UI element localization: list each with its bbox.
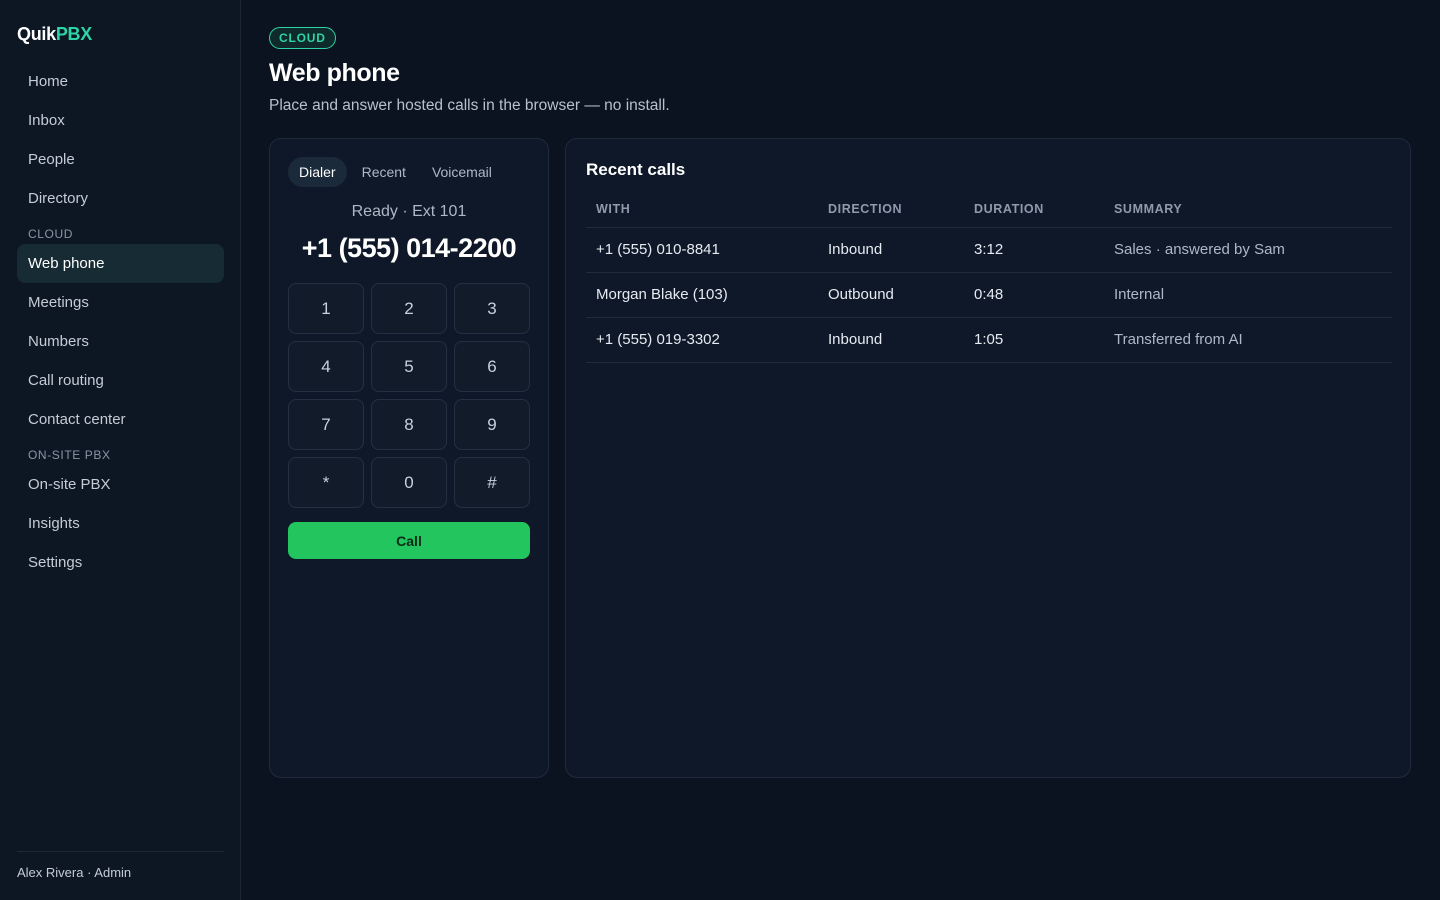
sidebar-item-numbers[interactable]: Numbers <box>17 322 224 361</box>
sidebar-item-call-routing[interactable]: Call routing <box>17 361 224 400</box>
column-header-summary: SUMMARY <box>1104 191 1392 228</box>
sidebar: QuikPBX Home Inbox People Directory CLOU… <box>0 0 241 900</box>
cloud-badge: CLOUD <box>269 27 336 49</box>
cell-summary: Sales · answered by Sam <box>1104 227 1392 273</box>
dialed-number[interactable]: +1 (555) 014-2200 <box>270 233 548 264</box>
tab-recent[interactable]: Recent <box>351 157 417 187</box>
cell-with: Morgan Blake (103) <box>586 272 818 318</box>
cell-direction: Inbound <box>818 317 964 363</box>
dialer-panel: Dialer Recent Voicemail Ready · Ext 101 … <box>269 138 549 778</box>
page-title: Web phone <box>269 59 400 87</box>
key-2[interactable]: 2 <box>371 283 447 334</box>
sidebar-item-inbox[interactable]: Inbox <box>17 101 224 140</box>
sidebar-item-web-phone[interactable]: Web phone <box>17 244 224 283</box>
cell-with: +1 (555) 019-3302 <box>586 317 818 363</box>
sidebar-item-directory[interactable]: Directory <box>17 179 224 218</box>
page-subtitle: Place and answer hosted calls in the bro… <box>269 97 670 114</box>
logo-text-part1: Quik <box>17 24 56 44</box>
cell-summary: Transferred from AI <box>1104 317 1392 363</box>
tab-voicemail[interactable]: Voicemail <box>421 157 503 187</box>
key-9[interactable]: 9 <box>454 399 530 450</box>
table-row[interactable]: Morgan Blake (103) Outbound 0:48 Interna… <box>586 272 1392 318</box>
recent-calls-title: Recent calls <box>586 160 686 179</box>
dialer-status: Ready · Ext 101 <box>351 203 467 220</box>
recent-calls-table: WITH DIRECTION DURATION SUMMARY +1 (555)… <box>586 191 1392 363</box>
table-row[interactable]: +1 (555) 010-8841 Inbound 3:12 Sales · a… <box>586 227 1392 273</box>
tab-dialer[interactable]: Dialer <box>288 157 347 187</box>
key-hash[interactable]: # <box>454 457 530 508</box>
recent-calls-panel: Recent calls WITH DIRECTION DURATION SUM… <box>565 138 1411 778</box>
sidebar-section-onsite: ON-SITE PBX <box>28 448 111 462</box>
key-8[interactable]: 8 <box>371 399 447 450</box>
call-button[interactable]: Call <box>288 522 530 559</box>
key-star[interactable]: * <box>288 457 364 508</box>
sidebar-item-meetings[interactable]: Meetings <box>17 283 224 322</box>
sidebar-item-settings[interactable]: Settings <box>17 543 224 582</box>
sidebar-item-home[interactable]: Home <box>17 62 224 101</box>
sidebar-section-cloud: CLOUD <box>28 227 74 241</box>
table-header-row: WITH DIRECTION DURATION SUMMARY <box>586 191 1392 228</box>
column-header-duration: DURATION <box>964 191 1104 228</box>
sidebar-item-contact-center[interactable]: Contact center <box>17 400 224 439</box>
keypad: 1 2 3 4 5 6 7 8 9 * 0 # <box>288 283 530 508</box>
cell-duration: 1:05 <box>964 317 1104 363</box>
cell-duration: 3:12 <box>964 227 1104 273</box>
cell-direction: Inbound <box>818 227 964 273</box>
table-row[interactable]: +1 (555) 019-3302 Inbound 1:05 Transferr… <box>586 317 1392 363</box>
sidebar-item-people[interactable]: People <box>17 140 224 179</box>
key-6[interactable]: 6 <box>454 341 530 392</box>
cell-with: +1 (555) 010-8841 <box>586 227 818 273</box>
key-7[interactable]: 7 <box>288 399 364 450</box>
key-4[interactable]: 4 <box>288 341 364 392</box>
sidebar-nav: Home Inbox People Directory CLOUD Web ph… <box>17 62 224 582</box>
dialer-tabs: Dialer Recent Voicemail <box>288 157 503 187</box>
cell-summary: Internal <box>1104 272 1392 318</box>
key-0[interactable]: 0 <box>371 457 447 508</box>
key-1[interactable]: 1 <box>288 283 364 334</box>
sidebar-item-onsite-pbx[interactable]: On-site PBX <box>17 465 224 504</box>
key-3[interactable]: 3 <box>454 283 530 334</box>
page-header: CLOUD Web phone Place and answer hosted … <box>269 27 670 115</box>
cell-direction: Outbound <box>818 272 964 318</box>
column-header-direction: DIRECTION <box>818 191 964 228</box>
user-info[interactable]: Alex Rivera · Admin <box>17 851 224 880</box>
app-logo[interactable]: QuikPBX <box>17 24 92 45</box>
logo-text-part2: PBX <box>55 24 92 44</box>
column-header-with: WITH <box>586 191 818 228</box>
cell-duration: 0:48 <box>964 272 1104 318</box>
key-5[interactable]: 5 <box>371 341 447 392</box>
sidebar-item-insights[interactable]: Insights <box>17 504 224 543</box>
